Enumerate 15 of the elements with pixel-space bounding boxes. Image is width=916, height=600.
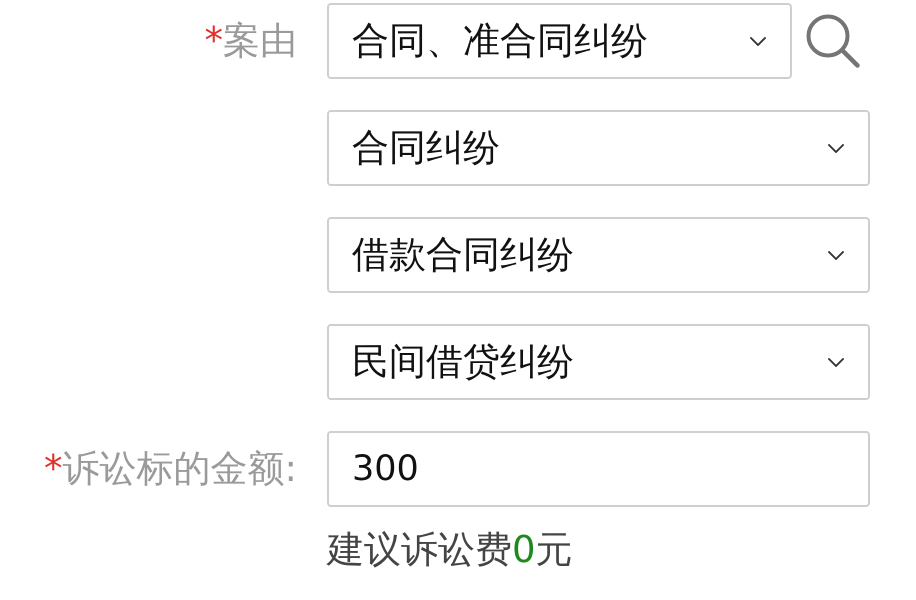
chevron-down-icon — [828, 250, 844, 260]
chevron-down-icon — [828, 144, 844, 152]
chevron-down-icon — [750, 36, 766, 46]
search-icon[interactable] — [806, 14, 860, 68]
dropdown[interactable]: 民间借贷纠纷 — [327, 324, 870, 400]
required-asterisk: * — [204, 18, 223, 64]
dropdown[interactable]: 合同纠纷 — [327, 110, 870, 186]
field-label: 案由 — [223, 18, 297, 64]
chevron-down-icon — [828, 358, 844, 366]
required-asterisk: * — [44, 446, 63, 492]
fee-suggestion: 建议诉讼费0元 — [327, 527, 573, 573]
field-label: 诉讼标的金额: — [62, 446, 297, 492]
amount-input[interactable]: 300 — [327, 431, 870, 507]
dropdown[interactable]: 合同、准合同纠纷 — [327, 3, 792, 79]
dropdown[interactable]: 借款合同纠纷 — [327, 217, 870, 293]
